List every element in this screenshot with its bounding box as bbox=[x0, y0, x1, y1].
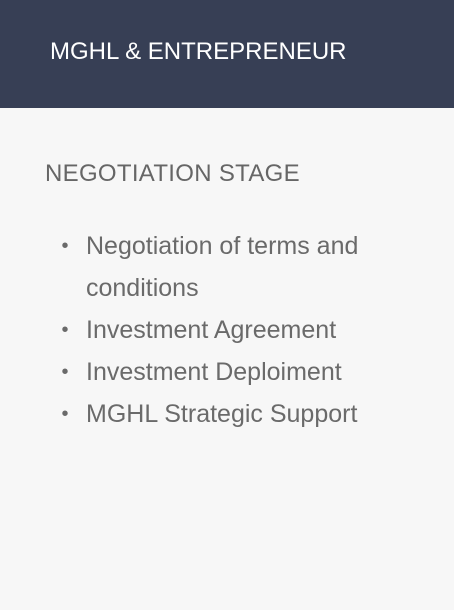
list-item-label: Negotiation of terms and conditions bbox=[86, 232, 359, 302]
bullet-dot-icon: • bbox=[61, 235, 69, 257]
stage-steps-list: • Negotiation of terms and conditions • … bbox=[45, 225, 410, 435]
stage-card: MGHL & ENTREPRENEUR NEGOTIATION STAGE • … bbox=[0, 0, 454, 610]
list-item: • MGHL Strategic Support bbox=[60, 393, 410, 435]
list-item-label: Investment Agreement bbox=[86, 316, 337, 344]
stage-title: NEGOTIATION STAGE bbox=[45, 160, 300, 187]
bullet-dot-icon: • bbox=[61, 361, 69, 383]
bullet-dot-icon: • bbox=[61, 319, 69, 341]
list-item: • Investment Deploiment bbox=[60, 351, 410, 393]
list-item: • Investment Agreement bbox=[60, 309, 410, 351]
list-item: • Negotiation of terms and conditions bbox=[60, 225, 410, 309]
list-item-label: Investment Deploiment bbox=[86, 358, 342, 386]
card-body: NEGOTIATION STAGE • Negotiation of terms… bbox=[0, 108, 454, 435]
bullet-dot-icon: • bbox=[61, 403, 69, 425]
card-header: MGHL & ENTREPRENEUR bbox=[0, 0, 454, 108]
list-item-label: MGHL Strategic Support bbox=[86, 400, 358, 428]
card-title: MGHL & ENTREPRENEUR bbox=[50, 38, 347, 65]
